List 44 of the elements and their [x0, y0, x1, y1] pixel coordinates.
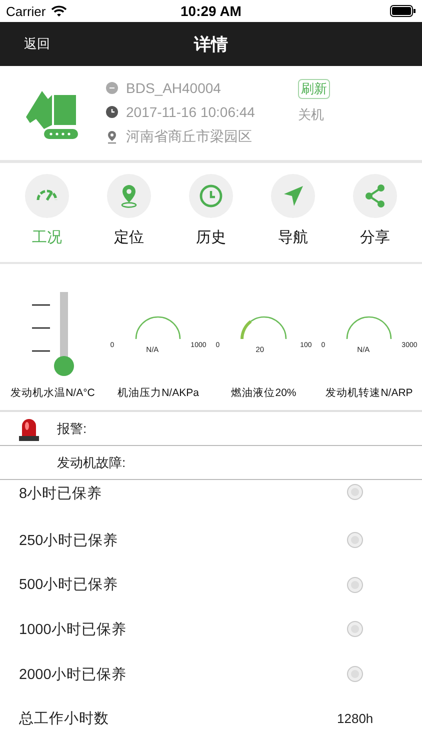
action-button[interactable] [189, 174, 233, 218]
action-button[interactable] [353, 174, 397, 218]
fault-label: 发动机故障: [57, 454, 126, 472]
row-value: 1280h [337, 711, 374, 726]
action-button[interactable] [271, 174, 315, 218]
row-label: 1000小时已保养 [19, 620, 128, 639]
page-title: 详情 [194, 34, 228, 56]
location-pin-icon [106, 130, 118, 144]
row-label: 500小时已保养 [19, 576, 120, 594]
radio-button[interactable] [347, 484, 363, 500]
meter-label: 发动机水温N/A°C [10, 386, 95, 400]
action-tab[interactable]: 历史 [196, 228, 226, 247]
action-tab[interactable]: 定位 [114, 228, 144, 247]
wifi-icon [50, 5, 67, 17]
action-button[interactable] [107, 174, 151, 218]
status-time: 10:29 AM [180, 3, 242, 19]
gauge-arc [134, 315, 182, 340]
action-button[interactable] [25, 174, 69, 218]
device-id: BDS_AH40004 [126, 80, 221, 96]
back-button[interactable]: 返回 [18, 31, 56, 57]
siren-icon [18, 416, 40, 440]
radio-button[interactable] [347, 666, 363, 682]
action-tab[interactable]: 分享 [360, 228, 390, 247]
update-time: 2017-11-16 10:06:44 [126, 104, 255, 120]
radio-button[interactable] [347, 576, 363, 593]
radio-button[interactable] [347, 621, 363, 638]
id-icon [106, 82, 118, 94]
battery-icon [390, 5, 416, 17]
meter-label: 燃油液位20% [231, 386, 296, 400]
device-address: 河南省商丘市梁园区 [126, 128, 252, 146]
gauge-arc [345, 315, 394, 340]
row-label: 2000小时已保养 [19, 666, 128, 684]
meter-label: 发动机转速N/ARP [326, 386, 413, 400]
thermometer-bulb [54, 356, 74, 376]
clock-icon [106, 106, 118, 118]
radio-button[interactable] [347, 532, 363, 548]
row-label: 8小时已保养 [19, 484, 104, 503]
machine-state: 关机 [298, 106, 324, 124]
row-label: 总工作小时数 [19, 710, 110, 728]
action-tab[interactable]: 导航 [278, 228, 308, 247]
carrier-label: Carrier [6, 4, 46, 18]
row-label: 250小时已保养 [19, 532, 120, 550]
meter-label: 机油压力N/AKPa [118, 386, 199, 400]
alarm-label: 报警: [57, 420, 87, 438]
